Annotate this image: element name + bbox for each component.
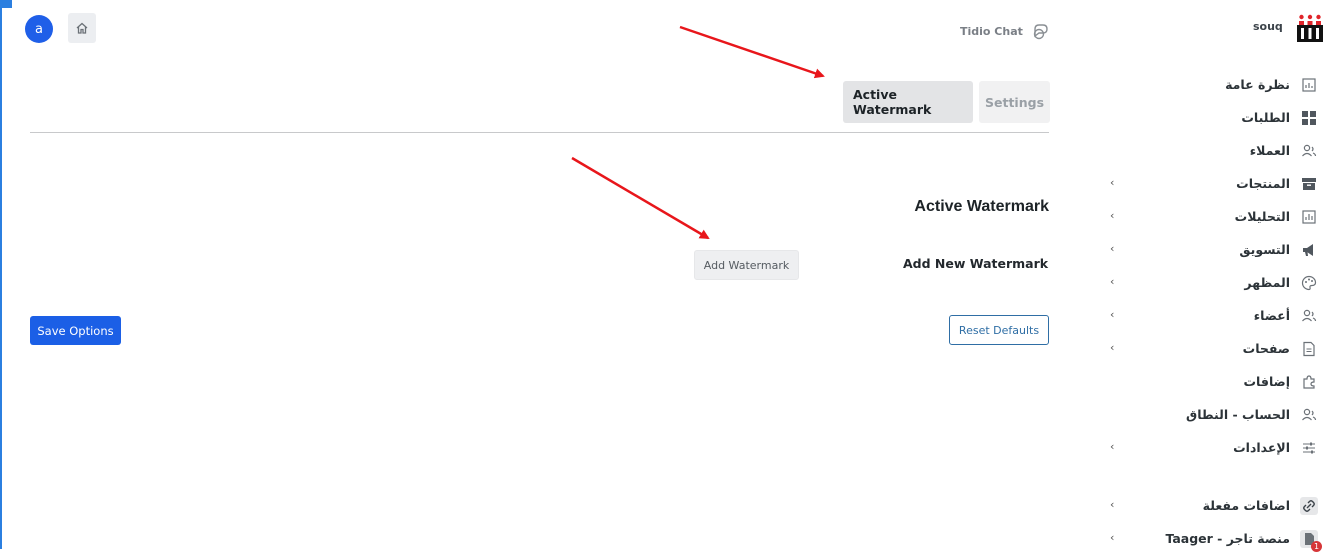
reset-defaults-button[interactable]: Reset Defaults: [949, 315, 1049, 345]
chevron-left-icon: ‹: [1110, 531, 1115, 544]
sidebar-item-label: الإعدادات: [1233, 440, 1290, 455]
chevron-left-icon: ‹: [1110, 498, 1115, 511]
tab-divider: [30, 132, 1049, 133]
sidebar-item-label: التحليلات: [1234, 209, 1290, 224]
overview-icon: [1300, 76, 1318, 94]
chevron-left-icon: ‹: [1110, 209, 1115, 222]
sidebar-item-taager[interactable]: ‹ Taager - منصة تاجر 1: [1100, 522, 1322, 555]
brand-name: souq: [1253, 20, 1283, 33]
sidebar-item-orders[interactable]: الطلبات: [1100, 101, 1322, 134]
sidebar-item-appearance[interactable]: ‹ المظهر: [1100, 266, 1322, 299]
tab-settings[interactable]: Settings: [979, 81, 1050, 123]
pages-icon: [1300, 340, 1318, 358]
marketing-icon: [1300, 241, 1318, 259]
sidebar-item-label: الطلبات: [1241, 110, 1290, 125]
sidebar-item-label: العملاء: [1249, 143, 1290, 158]
orders-icon: [1300, 109, 1318, 127]
sidebar-item-plugins[interactable]: إضافات: [1100, 365, 1322, 398]
home-icon: [76, 22, 88, 34]
sidebar-item-overview[interactable]: نظرة عامة: [1100, 68, 1322, 101]
tidio-chat-link[interactable]: Tidio Chat: [960, 20, 1051, 42]
notification-badge: 1: [1311, 540, 1322, 552]
sidebar-item-settings[interactable]: ‹ الإعدادات: [1100, 431, 1322, 464]
sidebar-item-label: اضافات مفعلة: [1202, 498, 1290, 513]
add-watermark-button[interactable]: Add Watermark: [694, 250, 799, 280]
sidebar-item-products[interactable]: ‹ المنتجات: [1100, 167, 1322, 200]
tab-bar: Active Watermark Settings: [843, 81, 1050, 123]
plugins-icon: [1300, 373, 1318, 391]
sidebar-item-label: أعضاء: [1253, 308, 1290, 323]
sidebar-item-marketing[interactable]: ‹ التسويق: [1100, 233, 1322, 266]
arrow-to-tab: [679, 25, 825, 79]
save-options-button[interactable]: Save Options: [30, 316, 121, 345]
chevron-left-icon: ‹: [1110, 176, 1115, 189]
sidebar-item-customers[interactable]: العملاء: [1100, 134, 1322, 167]
settings-icon: [1300, 439, 1318, 457]
sidebar-item-pages[interactable]: ‹ صفحات: [1100, 332, 1322, 365]
analytics-icon: [1300, 208, 1318, 226]
chevron-left-icon: ‹: [1110, 308, 1115, 321]
add-new-watermark-label: Add New Watermark: [903, 256, 1049, 271]
avatar-letter: a: [35, 21, 43, 37]
appearance-icon: [1300, 274, 1318, 292]
chevron-left-icon: ‹: [1110, 440, 1115, 453]
user-avatar[interactable]: a: [25, 15, 53, 43]
chevron-left-icon: ‹: [1110, 275, 1115, 288]
sidebar-item-label: صفحات: [1242, 341, 1290, 356]
products-icon: [1300, 175, 1318, 193]
sidebar-item-analytics[interactable]: ‹ التحليلات: [1100, 200, 1322, 233]
account-icon: [1300, 406, 1318, 424]
sidebar-item-label: نظرة عامة: [1225, 77, 1290, 92]
taager-icon: 1: [1300, 529, 1322, 552]
sidebar-item-label: التسويق: [1239, 242, 1290, 257]
brand[interactable]: souq: [1253, 14, 1323, 42]
customers-icon: [1300, 142, 1318, 160]
sidebar-item-active-plugins[interactable]: ‹ اضافات مفعلة: [1100, 489, 1322, 522]
left-edge-tab: [0, 0, 12, 8]
brand-logo-icon: [1296, 14, 1323, 42]
sidebar-item-label: إضافات: [1243, 374, 1291, 389]
sidebar-item-label: المظهر: [1244, 275, 1290, 290]
sidebar-item-label: الحساب - النطاق: [1186, 407, 1290, 422]
chevron-left-icon: ‹: [1110, 242, 1115, 255]
arrow-to-add-button: [571, 156, 710, 240]
link-icon: [1300, 496, 1318, 515]
sidebar-item-members[interactable]: ‹ أعضاء: [1100, 299, 1322, 332]
section-title: Active Watermark: [914, 198, 1049, 215]
tidio-icon: [1033, 24, 1048, 40]
chevron-left-icon: ‹: [1110, 341, 1115, 354]
sidebar-item-label: Taager - منصة تاجر: [1165, 531, 1290, 546]
tidio-chat-label: Tidio Chat: [960, 24, 1023, 38]
home-button[interactable]: [68, 13, 96, 43]
left-edge-accent: [0, 0, 2, 549]
tab-active-watermark[interactable]: Active Watermark: [843, 81, 973, 123]
members-icon: [1300, 307, 1318, 325]
sidebar-item-account-domain[interactable]: الحساب - النطاق: [1100, 398, 1322, 431]
sidebar-item-label: المنتجات: [1236, 176, 1290, 191]
